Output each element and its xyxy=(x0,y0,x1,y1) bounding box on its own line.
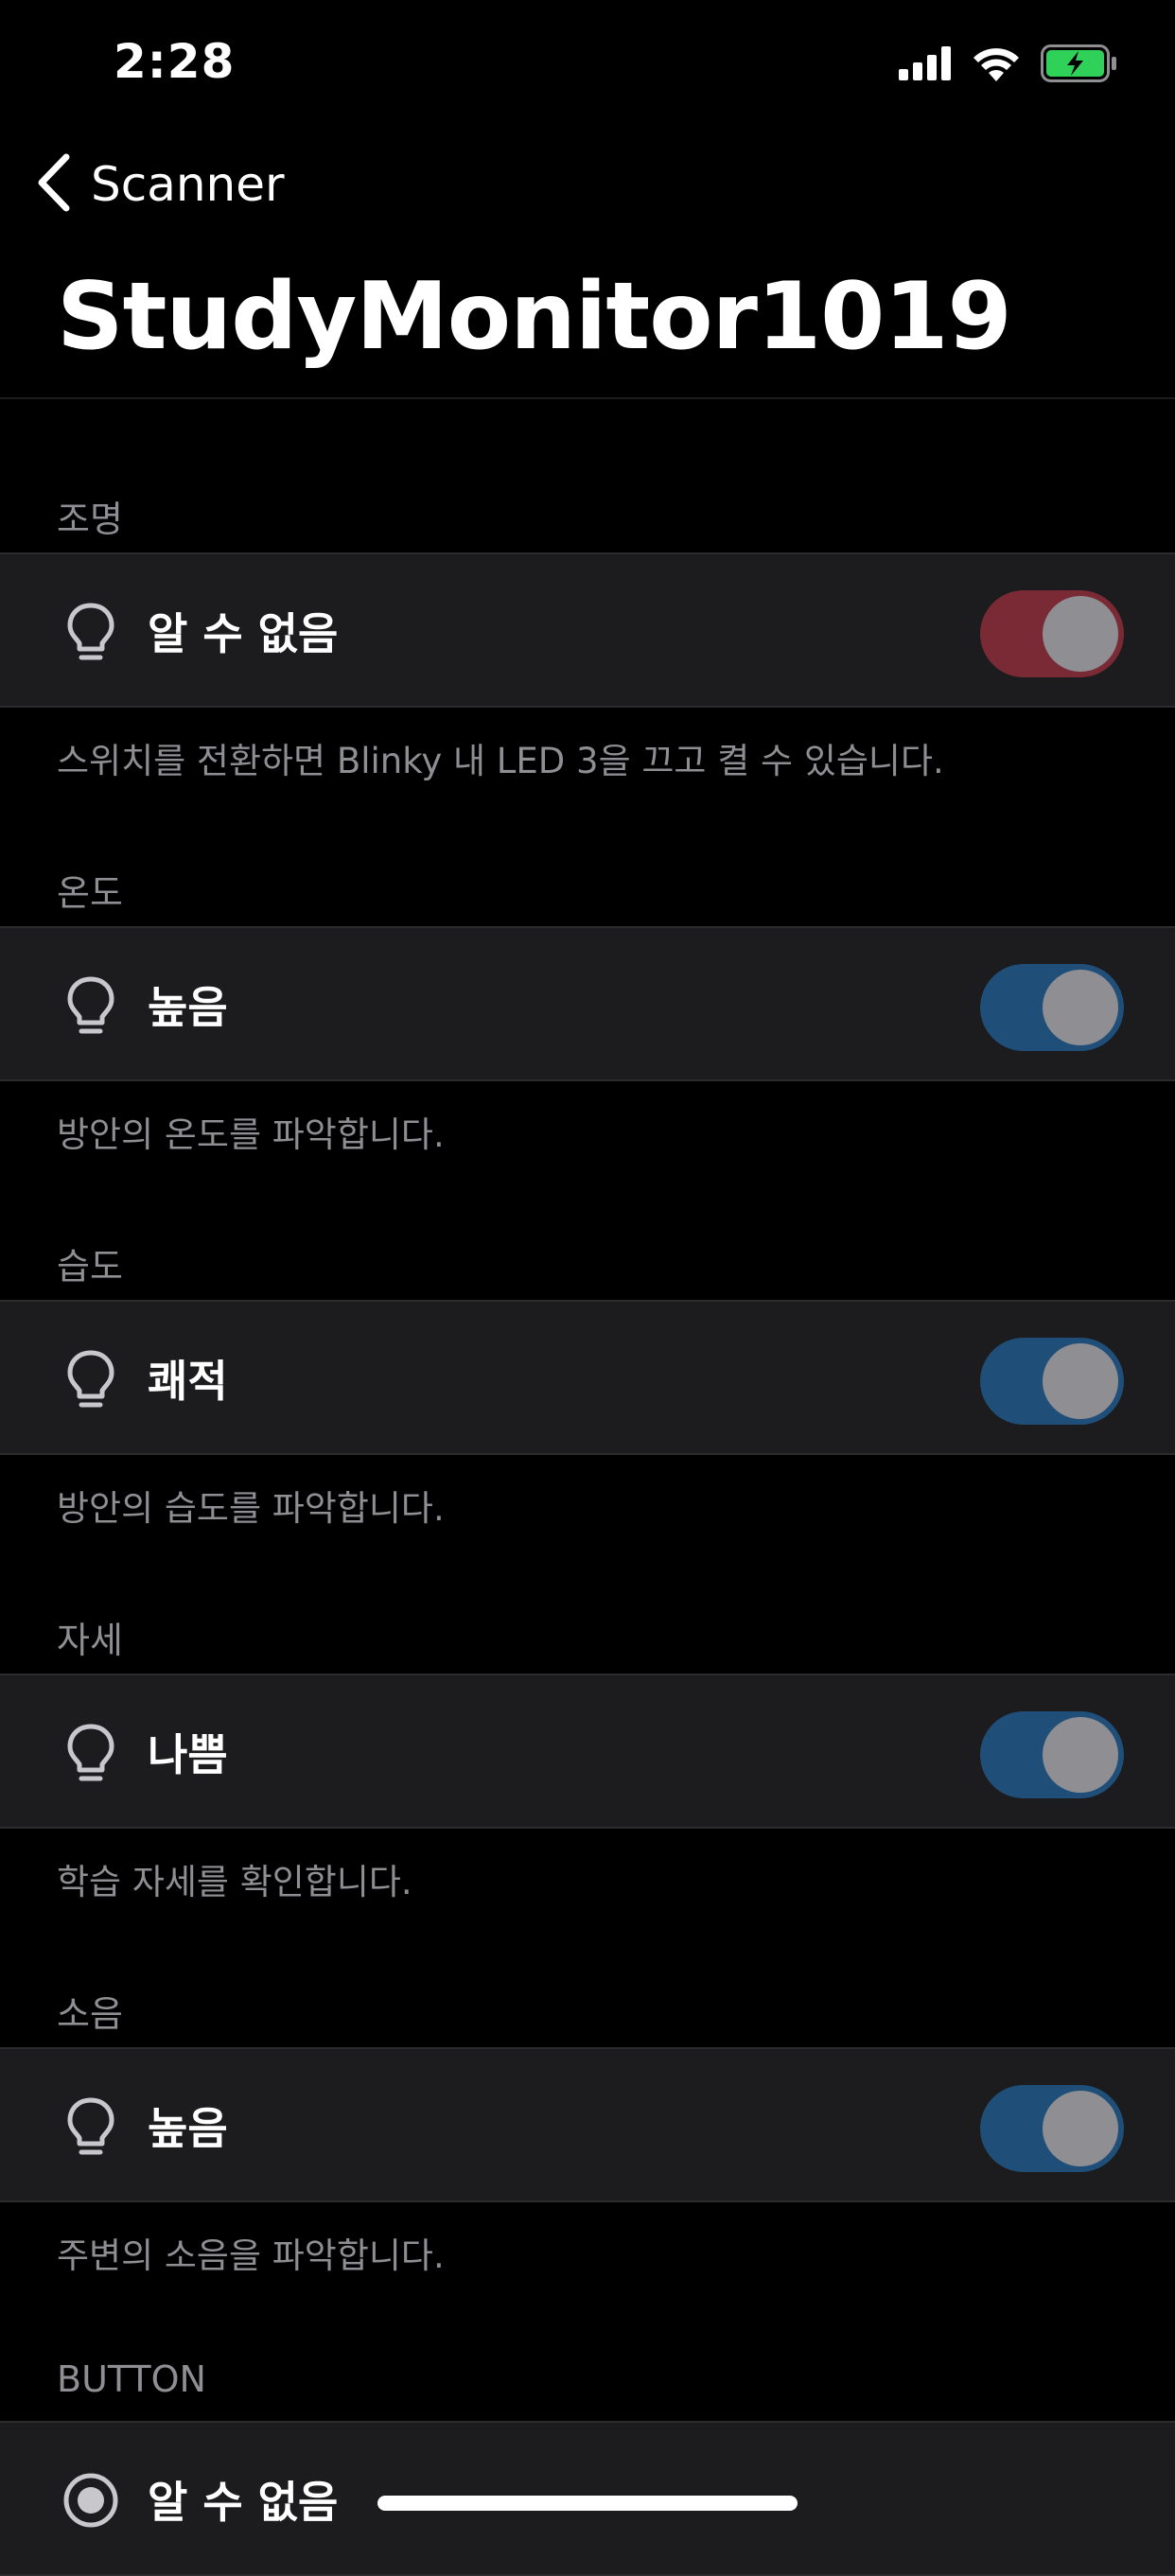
battery-charging-icon xyxy=(1041,44,1118,86)
toggle-knob xyxy=(1043,1343,1118,1419)
toggle-knob xyxy=(1043,1717,1118,1793)
section-footer: 학습 자세를 확인합니다. xyxy=(57,1862,412,1902)
humidity-toggle[interactable] xyxy=(980,1338,1124,1425)
section-footer: 주변의 소음을 파악합니다. xyxy=(57,2235,445,2276)
noise-row: 높음 xyxy=(0,2047,1175,2202)
chevron-left-icon xyxy=(34,153,72,216)
section-header: 습도 xyxy=(57,1246,123,1288)
lighting-row: 알 수 없음 xyxy=(0,552,1175,708)
section-header: 소음 xyxy=(57,1993,123,2035)
back-button-label: Scanner xyxy=(91,157,285,212)
toggle-knob xyxy=(1043,2091,1118,2166)
lightbulb-icon xyxy=(62,602,119,662)
radio-button-icon xyxy=(62,2470,119,2531)
section-header: 조명 xyxy=(57,499,123,540)
noise-toggle[interactable] xyxy=(980,2085,1124,2172)
temperature-toggle[interactable] xyxy=(980,964,1124,1051)
humidity-status-label: 쾌적 xyxy=(148,1356,228,1407)
section-footer: 방안의 습도를 파악합니다. xyxy=(57,1488,445,1529)
cellular-signal-icon xyxy=(899,46,952,84)
lightbulb-icon xyxy=(62,1723,119,1783)
noise-status-label: 높음 xyxy=(148,2103,228,2154)
lightbulb-icon xyxy=(62,975,119,1036)
status-time: 2:28 xyxy=(114,34,236,89)
wifi-icon xyxy=(973,45,1020,85)
section-header: BUTTON xyxy=(57,2358,206,2400)
humidity-row: 쾌적 xyxy=(0,1300,1175,1455)
nav-divider xyxy=(0,397,1175,399)
lightbulb-icon xyxy=(62,1349,119,1410)
posture-toggle[interactable] xyxy=(980,1711,1124,1798)
back-button[interactable]: Scanner xyxy=(34,151,285,218)
section-header: 온도 xyxy=(57,872,123,914)
lighting-toggle[interactable] xyxy=(980,590,1124,677)
toggle-knob xyxy=(1043,970,1118,1045)
status-bar: 2:28 xyxy=(0,0,1175,132)
section-footer: 방안의 온도를 파악합니다. xyxy=(57,1114,445,1155)
temperature-status-label: 높음 xyxy=(148,982,228,1033)
page-title: StudyMonitor1019 xyxy=(57,263,1012,371)
posture-row: 나쁨 xyxy=(0,1674,1175,1829)
toggle-knob xyxy=(1043,596,1118,672)
section-header: 자세 xyxy=(57,1620,123,1661)
button-status-label: 알 수 없음 xyxy=(148,2477,339,2528)
lightbulb-icon xyxy=(62,2096,119,2157)
lighting-status-label: 알 수 없음 xyxy=(148,608,339,659)
section-footer: 스위치를 전환하면 Blinky 내 LED 3을 끄고 켤 수 있습니다. xyxy=(57,741,944,781)
status-icons xyxy=(899,42,1118,89)
temperature-row: 높음 xyxy=(0,926,1175,1081)
posture-status-label: 나쁨 xyxy=(148,1729,228,1780)
home-indicator[interactable] xyxy=(377,2496,798,2511)
